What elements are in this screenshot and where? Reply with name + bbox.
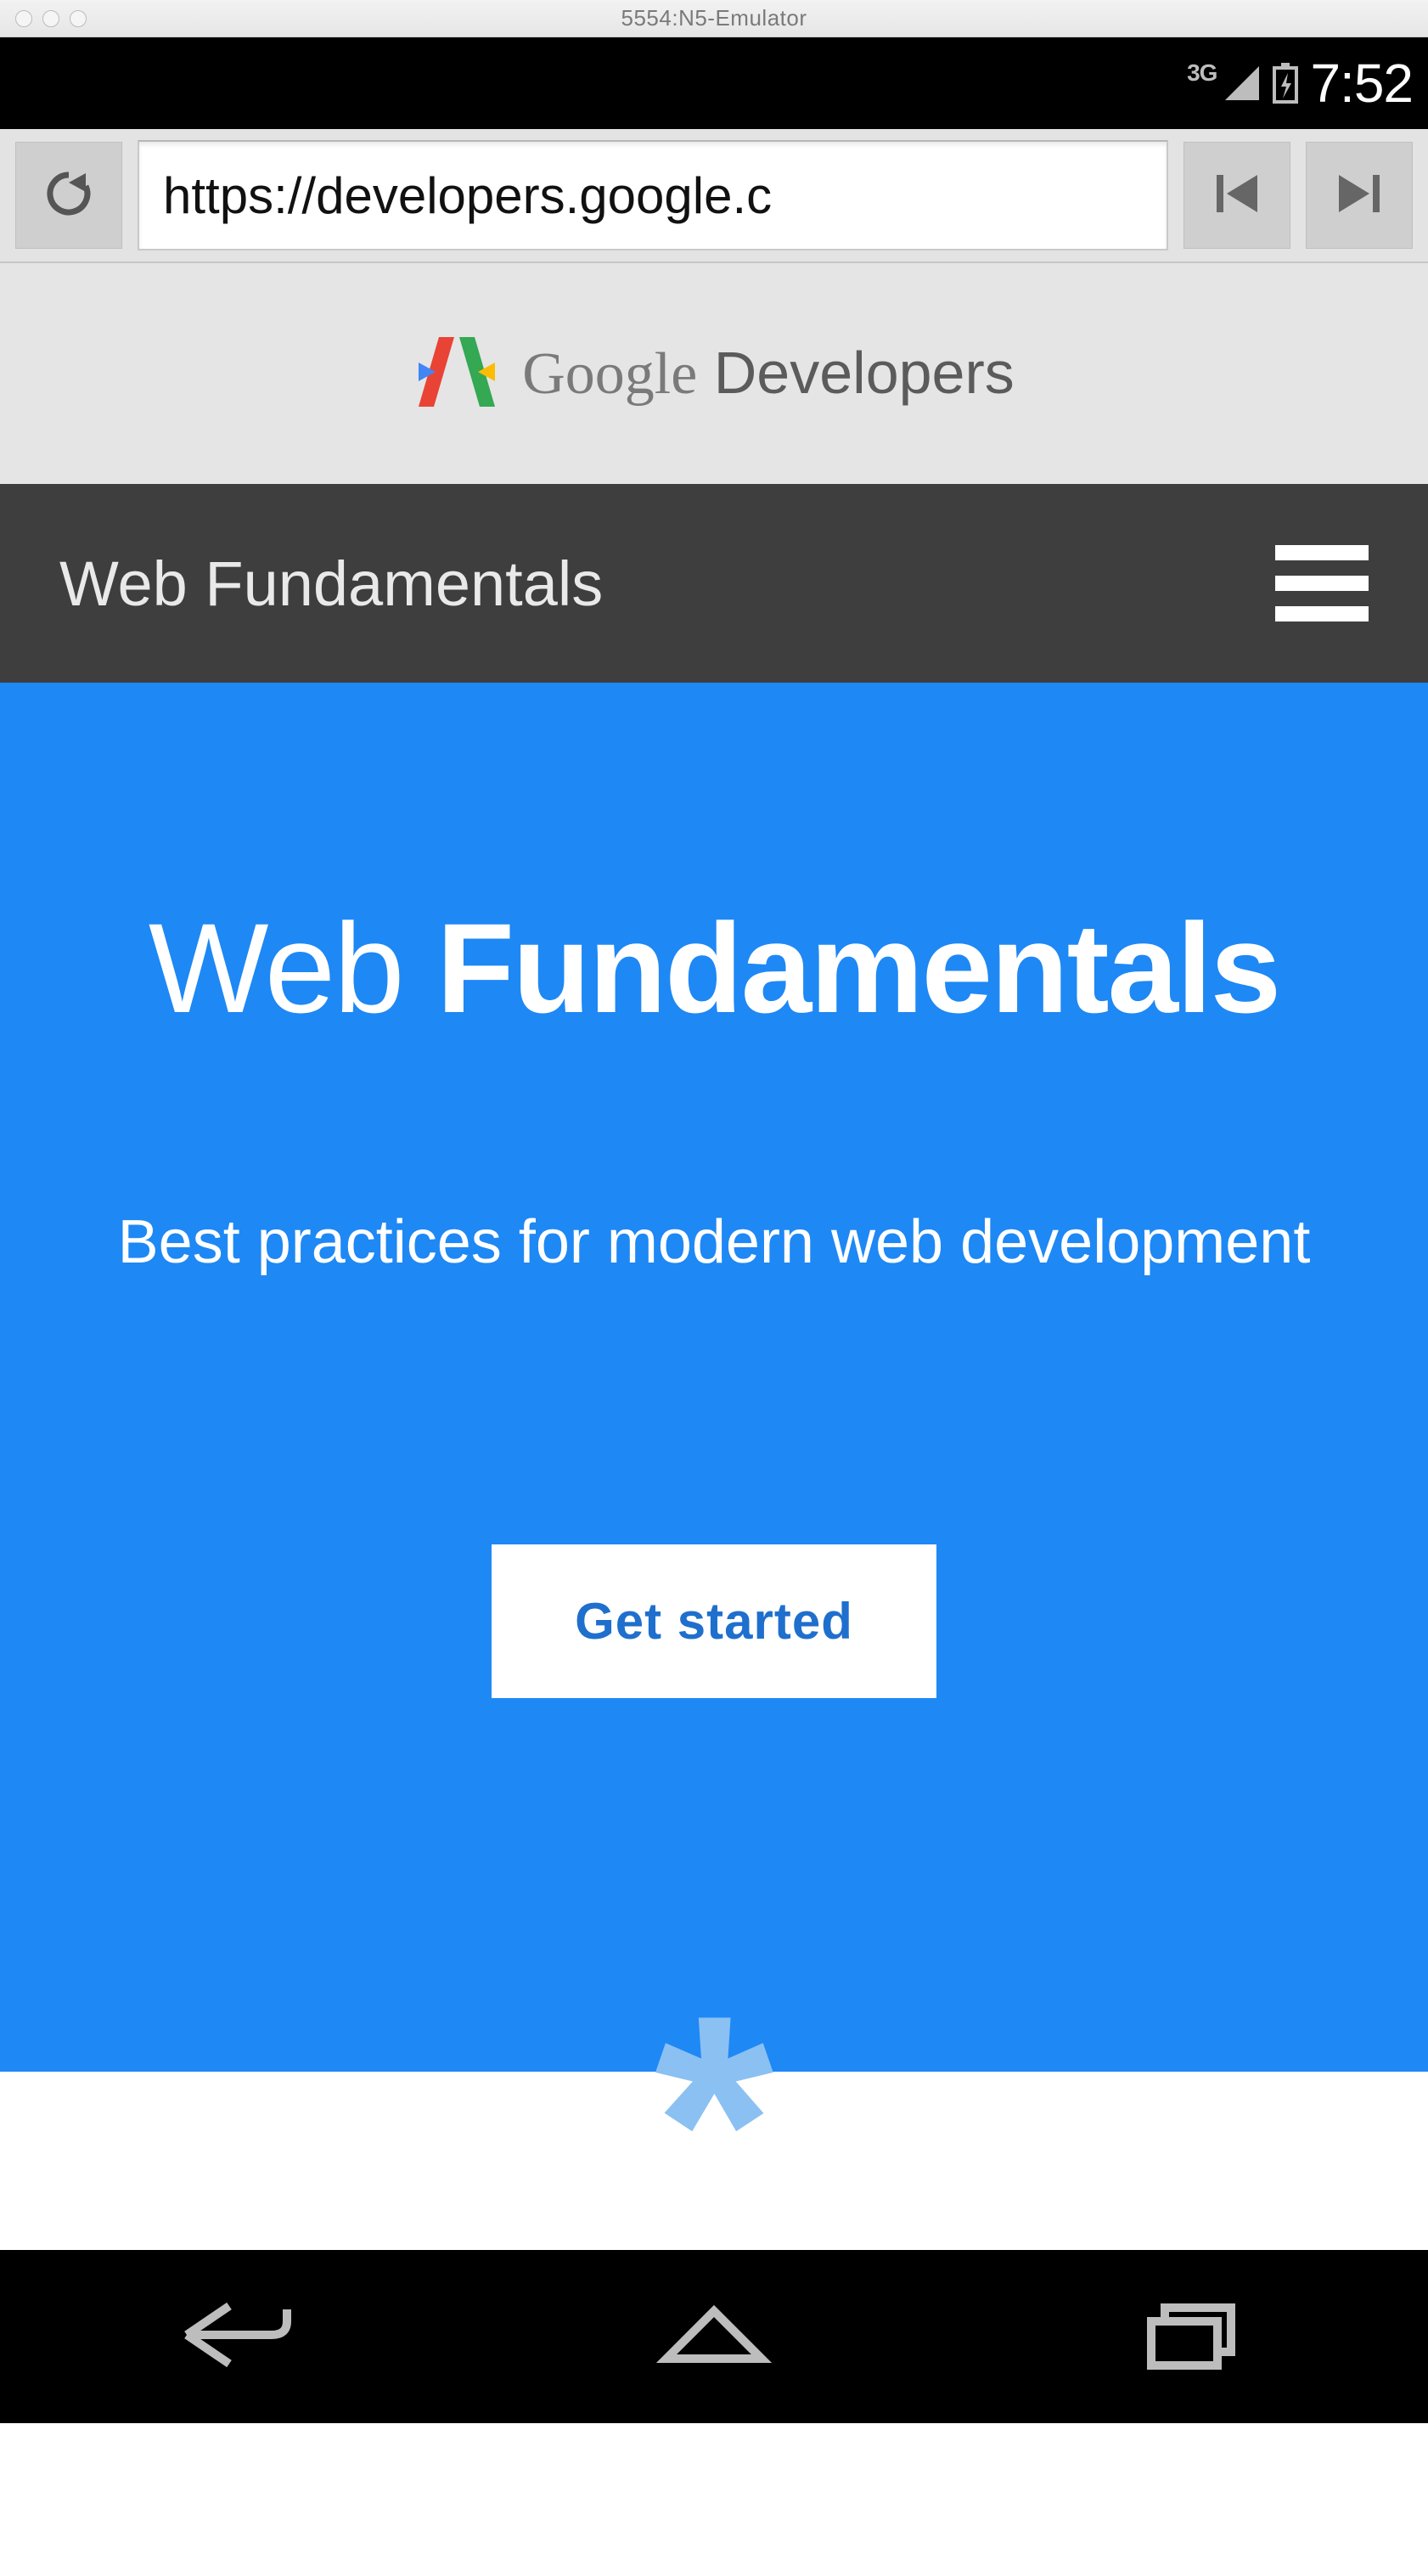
- mac-close-icon[interactable]: [15, 10, 32, 27]
- signal-icon: [1223, 65, 1261, 102]
- device-screen: 3G 7:52 https://developers.google.c: [0, 37, 1428, 2573]
- hero-section: Web Fundamentals Best practices for mode…: [0, 683, 1428, 2072]
- section-bar: Web Fundamentals: [0, 484, 1428, 683]
- hamburger-icon: [1275, 606, 1369, 622]
- section-title: Web Fundamentals: [59, 548, 603, 620]
- site-logo-text: Google Developers: [522, 339, 1015, 408]
- site-header: Google Developers: [0, 263, 1428, 484]
- google-developers-icon: [413, 329, 500, 419]
- emulator-titlebar: 5554:N5-Emulator: [0, 0, 1428, 37]
- nav-next-button[interactable]: [1306, 142, 1413, 249]
- hero-title-bold: Fundamentals: [436, 897, 1279, 1039]
- back-icon: [170, 2291, 306, 2379]
- hamburger-icon: [1275, 545, 1369, 560]
- hero-subtitle: Best practices for modern web developmen…: [76, 1203, 1352, 1281]
- hero-title: Web Fundamentals: [76, 903, 1352, 1033]
- url-text: https://developers.google.c: [163, 166, 772, 225]
- skip-next-icon: [1334, 168, 1385, 223]
- battery-charging-icon: [1273, 63, 1298, 104]
- skip-previous-icon: [1212, 168, 1262, 223]
- menu-button[interactable]: [1275, 545, 1369, 622]
- nav-prev-button[interactable]: [1183, 142, 1290, 249]
- emulator-title: 5554:N5-Emulator: [0, 5, 1428, 31]
- get-started-button[interactable]: Get started: [492, 1544, 936, 1698]
- hero-title-light: Web: [149, 897, 436, 1039]
- recent-apps-icon: [1122, 2291, 1258, 2379]
- nav-back-button[interactable]: [170, 2291, 306, 2383]
- nav-recents-button[interactable]: [1122, 2291, 1258, 2383]
- mac-minimize-icon[interactable]: [42, 10, 59, 27]
- status-time: 7:52: [1310, 52, 1413, 115]
- brand-developers: Developers: [697, 340, 1015, 406]
- reload-button[interactable]: [15, 142, 122, 249]
- network-type-label: 3G: [1187, 59, 1217, 87]
- android-status-bar: 3G 7:52: [0, 37, 1428, 129]
- brand-google: Google: [522, 341, 697, 407]
- hamburger-icon: [1275, 576, 1369, 591]
- reload-icon: [43, 168, 94, 223]
- mac-zoom-icon[interactable]: [70, 10, 87, 27]
- bottom-padding: [0, 2423, 1428, 2573]
- home-icon: [646, 2291, 782, 2379]
- browser-toolbar: https://developers.google.c: [0, 129, 1428, 263]
- site-logo[interactable]: Google Developers: [413, 329, 1015, 419]
- mac-traffic-lights: [0, 10, 87, 27]
- nav-home-button[interactable]: [646, 2291, 782, 2383]
- asterisk-icon: *: [655, 1970, 773, 2275]
- url-input[interactable]: https://developers.google.c: [138, 140, 1168, 250]
